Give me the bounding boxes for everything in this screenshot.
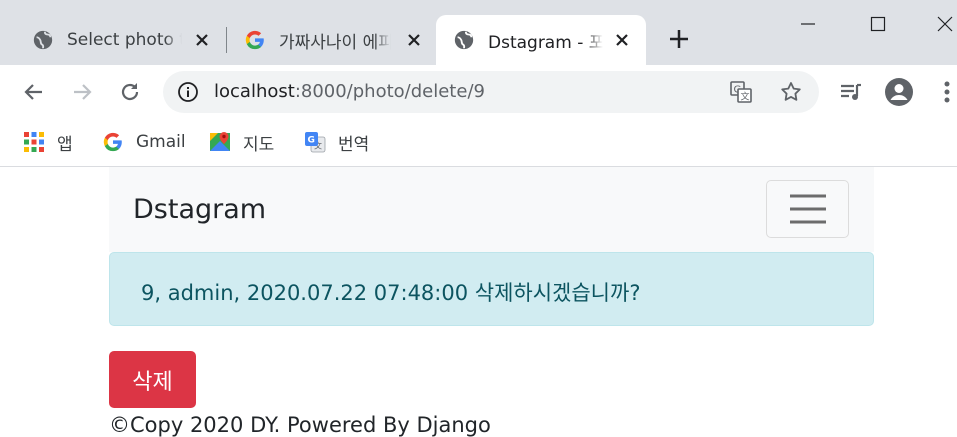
media-control-button[interactable] [836,77,866,107]
reload-button[interactable] [115,77,145,107]
page-footer: ©Copy 2020 DY. Powered By Django [109,413,491,437]
alert-message: 9, admin, 2020.07.22 07:48:00 삭제하시겠습니까? [141,281,641,305]
minimize-icon [801,23,815,25]
tab-title: 가짜사나이 에피소드 [279,32,391,53]
delete-button[interactable]: 삭제 [109,351,196,408]
apps-grid-icon [24,132,44,152]
bookmark-label: 지도 [243,134,275,155]
tab-dstagram[interactable]: Dstagram - 포토 [436,15,646,65]
new-tab-icon[interactable] [666,26,692,52]
arrow-left-icon [24,84,42,100]
bookmark-apps[interactable]: 앱 [23,128,73,156]
globe-icon [33,30,53,50]
arrow-right-icon [74,84,92,100]
google-g-icon [245,30,264,50]
url-host: localhost [214,81,295,102]
close-icon[interactable] [612,30,632,50]
close-icon [937,16,953,32]
reload-icon [121,83,139,101]
back-button[interactable] [19,77,49,107]
maximize-button[interactable] [855,0,901,48]
close-icon[interactable] [404,30,424,50]
confirm-alert: 9, admin, 2020.07.22 07:48:00 삭제하시겠습니까? [109,252,874,326]
playlist-icon [841,83,861,100]
forward-button[interactable] [67,77,97,107]
translate-icon[interactable]: G文 [729,80,753,104]
kebab-menu-icon [944,81,950,103]
bookmark-label: 앱 [57,134,73,155]
tab-title: Dstagram - 포토 [488,32,603,53]
tab-fake-man[interactable]: 가짜사나이 에피소드 [212,15,438,65]
tab-select-photo[interactable]: Select photo to change [0,15,226,65]
page-content: Dstagram 9, admin, 2020.07.22 07:48:00 삭… [0,167,957,437]
profile-button[interactable] [884,77,914,107]
bookmarks-bar: 앱 Gmail 지도 文 G 번역 [0,119,957,167]
globe-icon [454,30,474,50]
menu-button[interactable] [932,77,957,107]
site-navbar: Dstagram [109,167,874,252]
avatar-icon [885,78,913,106]
url-text[interactable]: localhost:8000/photo/delete/9 [214,81,485,102]
navbar-toggler-button[interactable] [766,180,849,238]
info-icon[interactable] [177,81,199,103]
url-path: :8000/photo/delete/9 [294,81,485,102]
close-icon[interactable] [192,30,212,50]
address-bar[interactable]: localhost:8000/photo/delete/9 G文 [163,71,819,113]
bookmark-label: 번역 [338,134,370,155]
bookmark-maps[interactable]: 지도 [209,128,274,156]
bookmark-gmail[interactable]: Gmail [102,128,186,156]
maximize-icon [870,16,886,32]
svg-text:文: 文 [741,91,750,103]
brand-link[interactable]: Dstagram [133,194,266,225]
tab-title: Select photo to change [67,30,182,50]
browser-toolbar: localhost:8000/photo/delete/9 G文 [0,65,957,119]
maps-icon [210,132,230,151]
google-g-icon [103,132,122,152]
tab-strip: Select photo to change 가짜사나이 에피소드 Dstagr… [0,0,957,65]
close-window-button[interactable] [922,0,957,48]
minimize-button[interactable] [785,0,831,48]
hamburger-icon [789,194,826,224]
bookmark-label: Gmail [136,132,186,152]
star-icon[interactable] [779,80,803,104]
svg-text:G: G [308,136,315,146]
translate-icon: 文 G [305,132,326,153]
bookmark-translate[interactable]: 文 G 번역 [304,128,369,156]
